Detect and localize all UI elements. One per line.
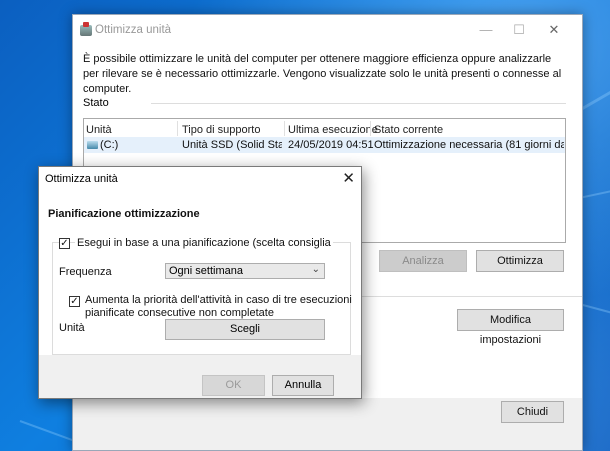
close-icon[interactable]: ✕ <box>543 21 565 39</box>
schedule-checkbox[interactable]: ✓ <box>59 238 70 249</box>
maximize-icon[interactable]: ☐ <box>508 21 530 39</box>
dialog-heading: Pianificazione ottimizzazione <box>48 208 200 220</box>
column-separator <box>177 121 178 136</box>
schedule-dialog: Ottimizza unità ✕ Pianificazione ottimiz… <box>38 166 362 399</box>
column-separator <box>284 121 285 136</box>
close-button[interactable]: Chiudi <box>501 401 564 423</box>
column-header-unit[interactable]: Unità <box>86 124 112 136</box>
row-media-type: Unità SSD (Solid State ... <box>182 139 282 151</box>
dialog-body: Pianificazione ottimizzazione ✓ Esegui i… <box>39 190 361 355</box>
dialog-title: Ottimizza unità <box>45 173 118 185</box>
optimize-button[interactable]: Ottimizza <box>476 250 564 272</box>
frequency-dropdown[interactable]: Ogni settimana ⌄ <box>165 263 325 279</box>
cancel-button[interactable]: Annulla <box>272 375 334 396</box>
row-last-run: 24/05/2019 04:51 <box>288 139 374 151</box>
status-section-label: Stato <box>83 97 109 109</box>
drive-icon <box>87 141 98 149</box>
choose-drives-button[interactable]: Scegli <box>165 319 325 340</box>
priority-checkbox[interactable]: ✓ <box>69 296 80 307</box>
column-header-last-run[interactable]: Ultima esecuzione <box>288 124 378 136</box>
column-separator <box>370 121 371 136</box>
section-divider <box>151 103 566 104</box>
priority-checkbox-label-line1[interactable]: Aumenta la priorità dell'attività in cas… <box>85 294 352 306</box>
minimize-icon[interactable]: — <box>475 21 497 39</box>
table-row[interactable]: (C:) Unità SSD (Solid State ... 24/05/20… <box>84 137 565 153</box>
priority-checkbox-label-line2[interactable]: pianificate consecutive non completate <box>85 307 274 319</box>
drives-label: Unità <box>59 322 85 334</box>
column-header-current-status[interactable]: Stato corrente <box>374 124 443 136</box>
frequency-label: Frequenza <box>59 266 112 278</box>
dialog-title-bar: Ottimizza unità ✕ <box>39 167 361 190</box>
frequency-value: Ogni settimana <box>169 265 243 277</box>
window-title: Ottimizza unità <box>95 24 172 36</box>
defrag-app-icon <box>80 22 92 36</box>
row-status: Ottimizzazione necessaria (81 giorni dal… <box>374 139 564 151</box>
row-unit: (C:) <box>100 139 119 151</box>
column-header-media-type[interactable]: Tipo di supporto <box>182 124 260 136</box>
chevron-down-icon: ⌄ <box>311 264 320 275</box>
change-settings-button[interactable]: Modifica impostazioni <box>457 309 564 346</box>
dialog-close-icon[interactable]: ✕ <box>342 169 355 187</box>
analyze-button[interactable]: Analizza <box>379 250 467 272</box>
intro-text: È possibile ottimizzare le unità del com… <box>83 53 562 95</box>
title-bar: Ottimizza unità — ☐ ✕ <box>73 15 582 45</box>
schedule-checkbox-label[interactable]: Esegui in base a una pianificazione (sce… <box>75 237 333 249</box>
ok-button[interactable]: OK <box>202 375 265 396</box>
